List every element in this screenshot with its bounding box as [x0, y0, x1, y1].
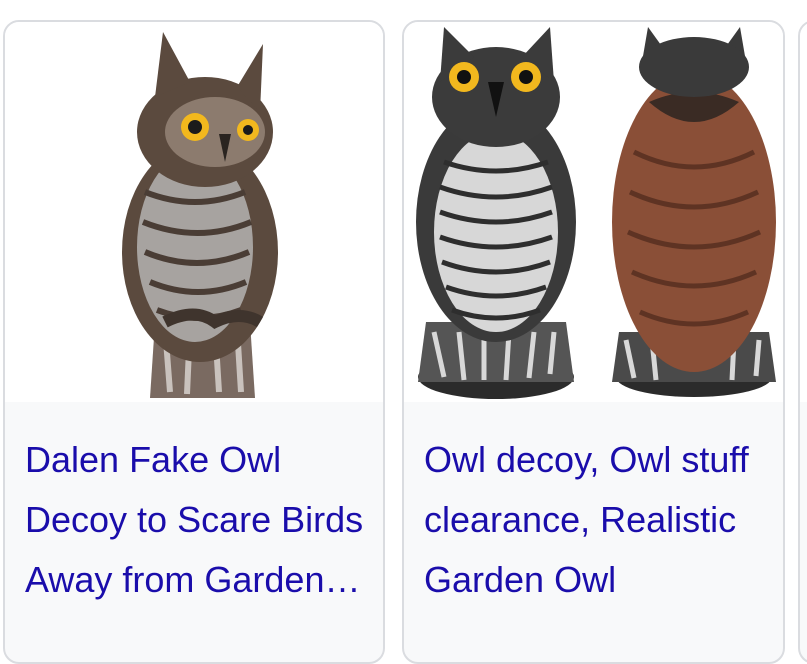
- result-image-2[interactable]: [404, 22, 783, 402]
- result-title-2[interactable]: Owl decoy, Owl stuff clearance, Realisti…: [424, 430, 769, 610]
- result-card-1[interactable]: Dalen Fake Owl Decoy to Scare Birds Away…: [3, 20, 385, 664]
- result-image-1[interactable]: [5, 22, 383, 402]
- result-card-2[interactable]: Owl decoy, Owl stuff clearance, Realisti…: [402, 20, 785, 664]
- owl-decoy-pair-image: [416, 27, 776, 399]
- result-title-1[interactable]: Dalen Fake Owl Decoy to Scare Birds Away…: [25, 430, 369, 610]
- result-card-3-partial[interactable]: [798, 20, 807, 664]
- result-image-3[interactable]: [800, 22, 807, 402]
- owl-decoy-image: [122, 32, 278, 398]
